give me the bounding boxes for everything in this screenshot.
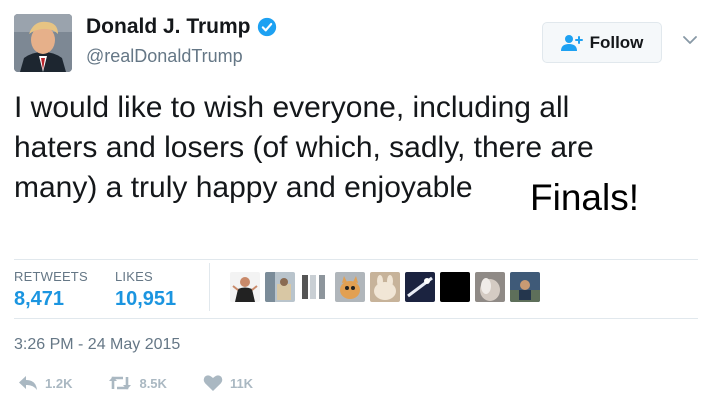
retweet-count: 8.5K [139,375,167,391]
divider-middle [14,318,698,319]
likes-count[interactable]: 10,951 [115,288,176,311]
chevron-down-icon[interactable] [683,36,697,45]
liker-avatar[interactable] [405,272,435,302]
liker-avatars [230,272,545,302]
liker-avatar[interactable] [475,272,505,302]
follow-button[interactable]: Follow [542,22,662,63]
stats-separator [209,263,210,311]
overlay-text: Finals! [530,177,639,218]
retweet-icon [109,376,132,390]
likes-label[interactable]: LIKES [115,269,153,284]
retweets-count[interactable]: 8,471 [14,288,64,311]
author-name[interactable]: Donald J. Trump [86,15,251,39]
liker-avatar[interactable] [510,272,540,302]
verified-badge-icon [257,17,276,37]
follow-person-plus-icon [560,34,583,51]
liker-avatar[interactable] [370,272,400,302]
liker-avatar[interactable] [440,272,470,302]
liker-avatar[interactable] [265,272,295,302]
reply-button[interactable]: 1.2K [18,375,72,391]
liker-avatar[interactable] [335,272,365,302]
liker-avatar[interactable] [230,272,260,302]
liker-avatar[interactable] [300,272,330,302]
reply-count: 1.2K [45,375,73,391]
author-name-row: Donald J. Trump [86,15,277,39]
tweet-actions: 1.2K 8.5K 11K [18,374,289,392]
divider-top [14,259,698,260]
retweet-button[interactable]: 8.5K [108,375,167,391]
follow-button-label: Follow [589,32,644,52]
like-count: 11K [229,375,254,391]
reply-icon [19,376,37,390]
author-handle[interactable]: @realDonaldTrump [86,46,243,67]
retweets-label[interactable]: RETWEETS [14,269,88,284]
author-avatar[interactable] [14,14,72,72]
like-button[interactable]: 11K [203,374,253,392]
tweet-timestamp[interactable]: 3:26 PM - 24 May 2015 [14,336,180,354]
heart-icon [203,375,223,391]
